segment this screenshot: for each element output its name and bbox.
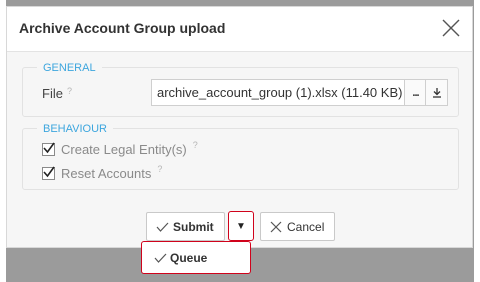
reset-accounts-label: Reset Accounts: [61, 165, 152, 181]
browse-label: ...: [412, 86, 419, 99]
download-button[interactable]: [425, 80, 447, 105]
file-input[interactable]: archive_account_group (1).xlsx (11.40 KB…: [151, 79, 448, 106]
close-icon: [270, 221, 282, 232]
cancel-button[interactable]: Cancel: [260, 212, 335, 241]
create-legal-entity-label: Create Legal Entity(s): [61, 141, 187, 157]
create-legal-entity-help-icon[interactable]: ?: [193, 140, 198, 150]
file-label: File?: [42, 86, 72, 101]
reset-accounts-checkbox[interactable]: [42, 166, 55, 180]
file-label-text: File: [42, 86, 63, 101]
submit-label: Submit: [173, 219, 214, 234]
upload-dialog: Archive Account Group upload GENERAL Fil…: [6, 6, 473, 248]
cancel-label: Cancel: [287, 219, 325, 234]
create-legal-entity-checkbox[interactable]: [42, 142, 55, 156]
general-legend: GENERAL: [37, 61, 102, 75]
check-icon: [154, 253, 167, 263]
close-button[interactable]: [440, 17, 462, 39]
behaviour-legend: BEHAVIOUR: [37, 122, 113, 136]
download-icon: [432, 88, 441, 98]
reset-accounts-help-icon[interactable]: ?: [157, 164, 162, 174]
file-help-icon[interactable]: ?: [67, 86, 72, 96]
submit-button[interactable]: Submit: [146, 212, 225, 241]
checkmark-icon: [43, 166, 55, 177]
caret-down-icon: ▼: [236, 220, 246, 232]
close-icon: [442, 19, 460, 37]
dialog-title: Archive Account Group upload: [19, 20, 226, 36]
dialog-titlebar: Archive Account Group upload: [7, 7, 472, 52]
reset-accounts-option[interactable]: Reset Accounts ?: [42, 164, 162, 182]
create-legal-entity-option[interactable]: Create Legal Entity(s) ?: [42, 140, 198, 158]
window-frame-right: [474, 0, 480, 282]
queue-label: Queue: [170, 250, 208, 265]
browse-button[interactable]: ...: [404, 80, 426, 105]
submit-dropdown-toggle[interactable]: ▼: [228, 211, 254, 241]
check-icon: [156, 222, 169, 232]
queue-menu-item[interactable]: Queue: [141, 241, 251, 274]
file-name-value: archive_account_group (1).xlsx (11.40 KB…: [157, 85, 403, 100]
checkmark-icon: [43, 142, 55, 153]
